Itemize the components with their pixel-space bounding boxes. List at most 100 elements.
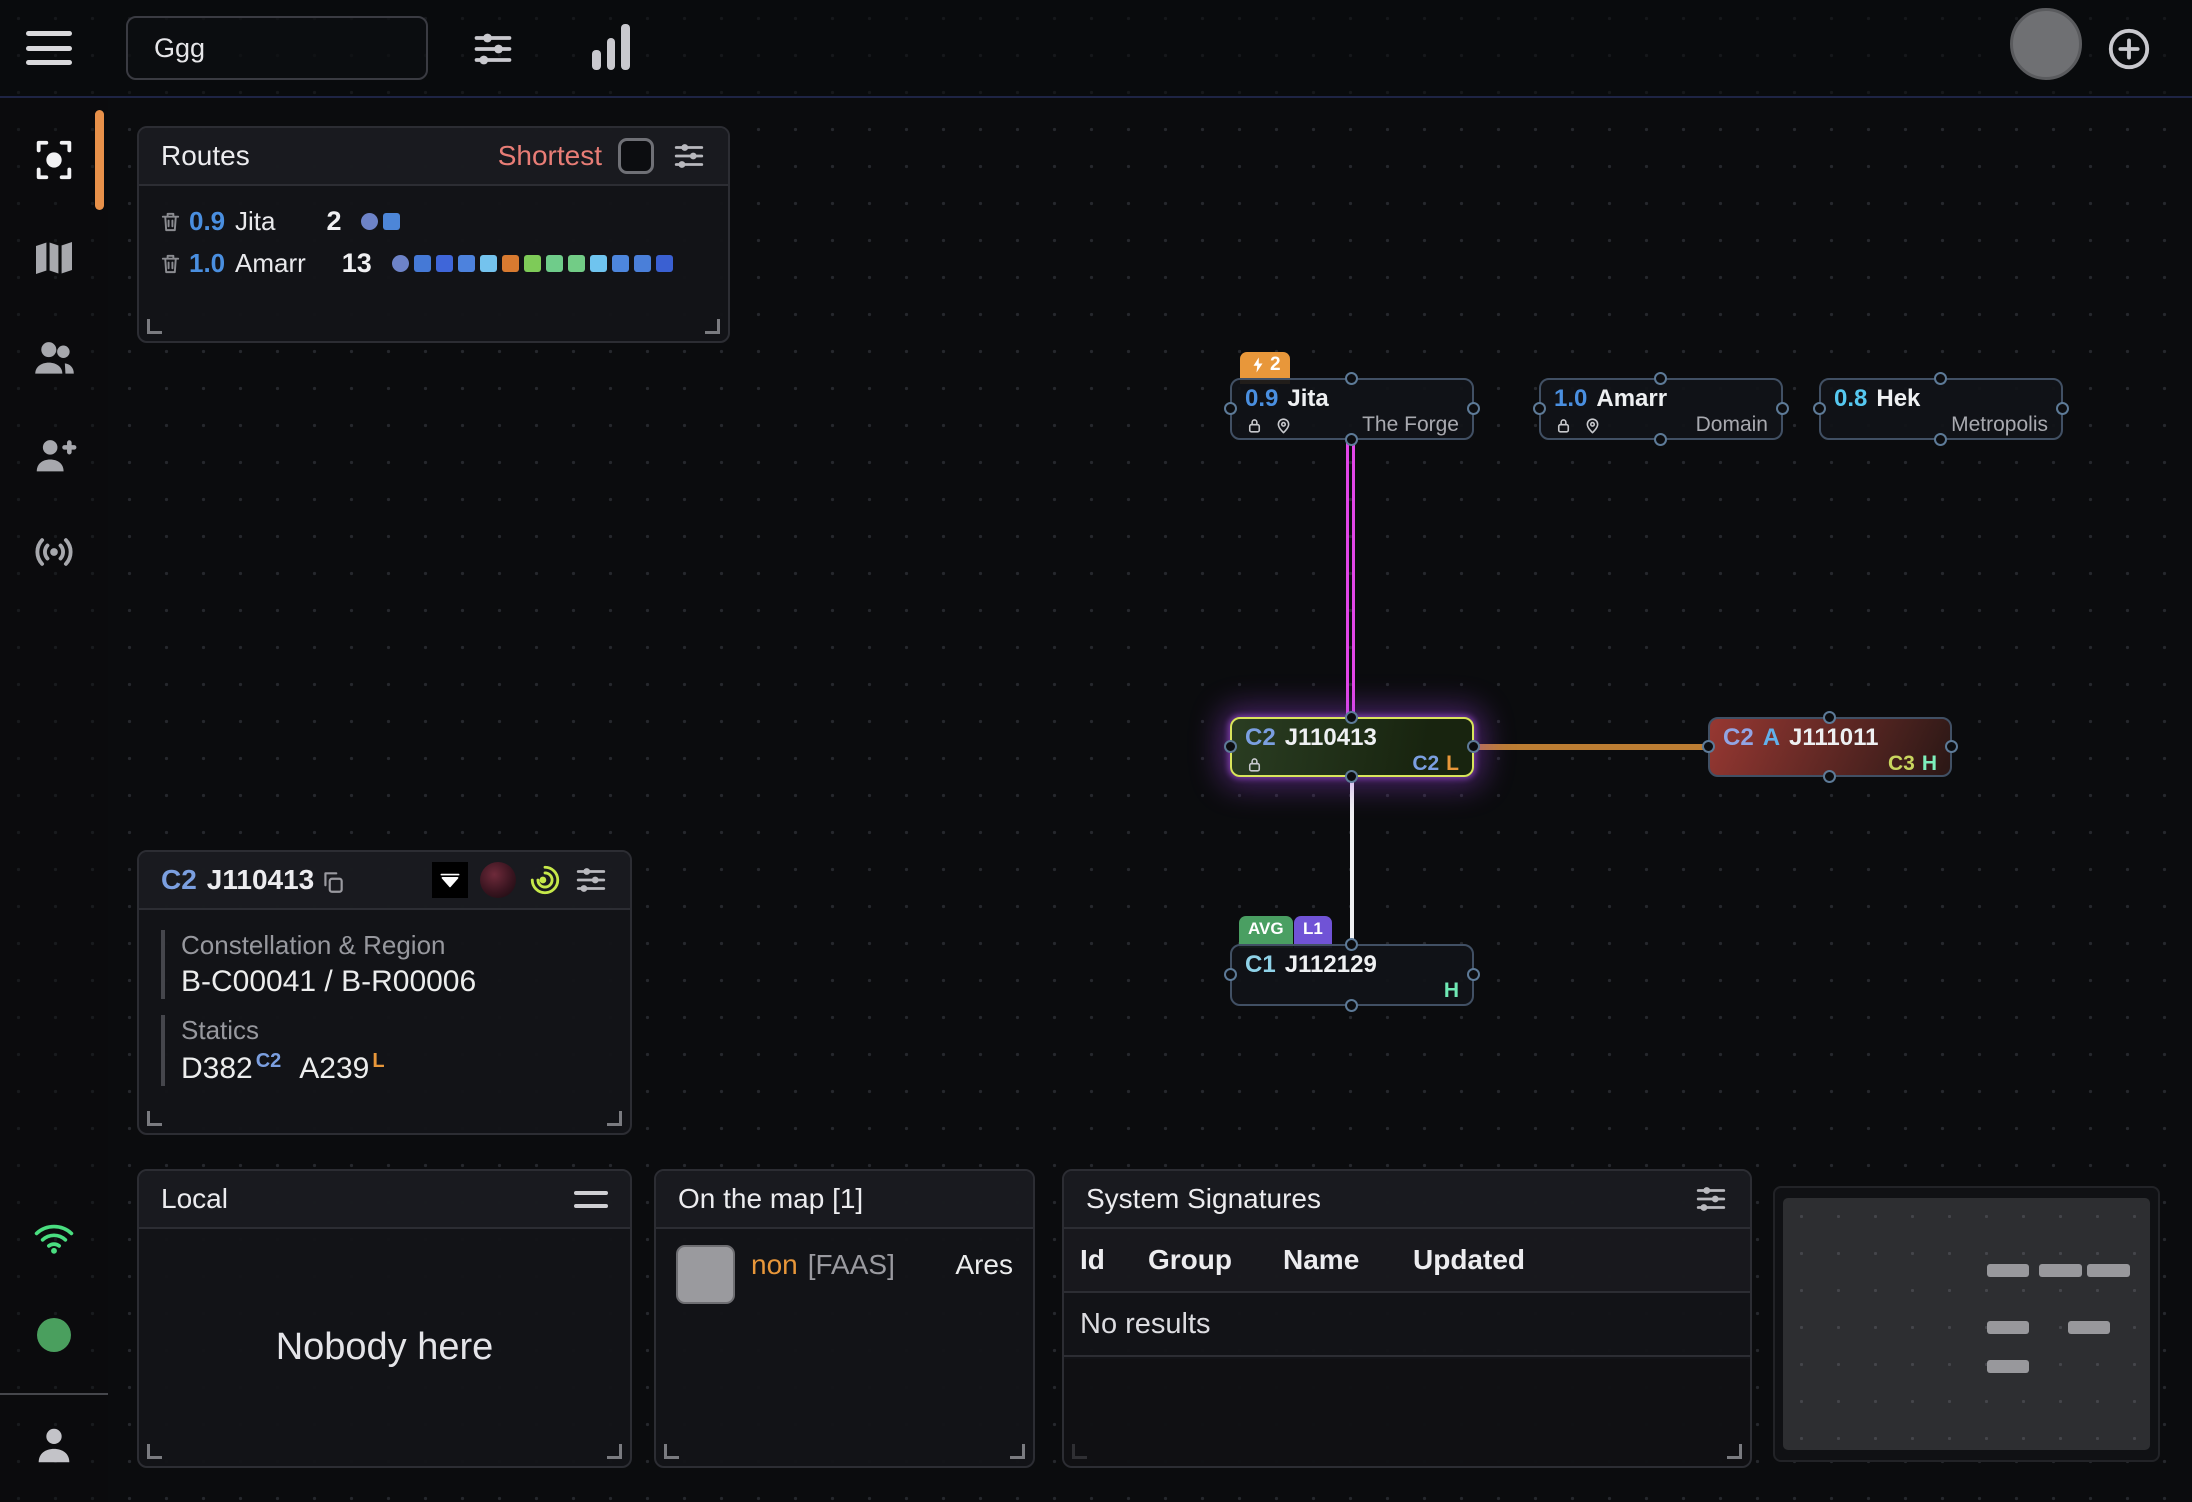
connector-dot [1345, 433, 1358, 446]
delete-route-icon[interactable] [159, 252, 189, 275]
sidebar-item-add-character[interactable] [0, 424, 108, 488]
system-name: Hek [1876, 385, 1920, 413]
map-edge-jita-j110413[interactable] [1346, 440, 1355, 718]
sidebar-divider [0, 1393, 108, 1395]
sig-col-updated[interactable]: Updated [1413, 1244, 1734, 1276]
connector-dot [1345, 770, 1358, 783]
user-avatar[interactable] [2010, 8, 2082, 80]
wh-class: C1 [1245, 951, 1276, 979]
connector-dot [1813, 402, 1826, 415]
connector-dot [1654, 433, 1667, 446]
info-class: C2 [161, 864, 197, 896]
map-filters-icon[interactable] [466, 22, 520, 76]
connector-dot [1345, 372, 1358, 385]
shortest-checkbox[interactable] [618, 138, 654, 174]
menu-icon[interactable] [26, 28, 72, 68]
route-destination: Jita [235, 206, 275, 237]
signatures-title: System Signatures [1086, 1183, 1321, 1215]
security-status: 0.8 [1834, 385, 1867, 413]
connector-dot [1345, 711, 1358, 724]
connector-dot [1467, 402, 1480, 415]
route-mode-label: Shortest [498, 140, 602, 172]
connector-dot [1934, 372, 1947, 385]
statics-label: Statics [181, 1015, 608, 1046]
connector-dot [1224, 968, 1237, 981]
local-empty-text: Nobody here [139, 1229, 630, 1466]
map-select[interactable]: Ggg [126, 16, 428, 80]
info-settings-icon[interactable] [574, 863, 608, 897]
system-info-panel: C2J110413 Constellation & Region B-C0004… [137, 850, 632, 1135]
sidebar-item-maps[interactable] [0, 226, 108, 290]
pilot-row[interactable]: non [FAAS] Ares [656, 1229, 1033, 1320]
system-name: Jita [1287, 385, 1328, 413]
signatures-settings-icon[interactable] [1694, 1182, 1728, 1216]
connector-dot [1345, 999, 1358, 1012]
minimap[interactable] [1773, 1186, 2160, 1462]
system-name: Amarr [1596, 385, 1667, 413]
static-a239: A239L [299, 1050, 384, 1086]
map-edge-j110413-j112129[interactable] [1350, 777, 1354, 945]
add-icon[interactable] [2102, 22, 2156, 76]
route-jump-pips [361, 213, 400, 230]
minimap-node [1987, 1360, 2029, 1373]
region-name: Domain [1696, 413, 1768, 437]
connector-dot [1533, 402, 1546, 415]
static-class: C2 [1412, 752, 1439, 776]
map-node-j110413[interactable]: C2J110413 C2L [1230, 717, 1474, 777]
system-sec: H [1444, 979, 1459, 1003]
route-security: 0.9 [189, 206, 235, 237]
static-d382: D382C2 [181, 1050, 281, 1086]
lock-icon [1554, 416, 1573, 435]
signatures-empty-text: No results [1064, 1293, 1750, 1357]
system-name: J111011 [1789, 724, 1878, 752]
delete-route-icon[interactable] [159, 210, 189, 233]
route-row[interactable]: 1.0Amarr13 [139, 242, 728, 284]
constellation-label: Constellation & Region [181, 930, 608, 961]
scan-target-icon[interactable] [528, 863, 562, 897]
sidebar-item-tracking[interactable] [0, 128, 108, 192]
minimap-node [2087, 1264, 2130, 1277]
wh-effect-icon[interactable] [432, 862, 468, 898]
map-node-j111011[interactable]: C2AJ111011 C3H [1708, 717, 1952, 777]
connector-dot [1467, 740, 1480, 753]
node-tag: A [1763, 724, 1780, 752]
connector-dot [1823, 711, 1836, 724]
sig-col-name[interactable]: Name [1283, 1244, 1413, 1276]
static-class: C3 [1888, 752, 1915, 776]
sig-col-group[interactable]: Group [1148, 1244, 1283, 1276]
pin-icon [1583, 416, 1602, 435]
activity-chart-icon[interactable] [584, 22, 638, 76]
map-edge-j110413-j111011[interactable] [1474, 744, 1710, 750]
routes-title: Routes [161, 140, 250, 172]
local-panel: Local Nobody here [137, 1169, 632, 1468]
route-jump-count: 2 [275, 206, 341, 237]
sidebar-item-broadcast[interactable] [0, 520, 108, 584]
routes-list: 0.9Jita21.0Amarr13 [139, 186, 728, 284]
connector-dot [1467, 968, 1480, 981]
minimap-node [2068, 1321, 2110, 1334]
connector-dot [1224, 740, 1237, 753]
sidebar-item-profile[interactable] [0, 1413, 108, 1477]
security-status: 0.9 [1245, 385, 1278, 413]
map-node-j112129[interactable]: C1J112129 H [1230, 944, 1474, 1006]
routes-settings-icon[interactable] [672, 139, 706, 173]
sig-col-id[interactable]: Id [1080, 1244, 1148, 1276]
map-node-hek[interactable]: 0.8 Hek Metropolis [1819, 378, 2063, 440]
security-status: 1.0 [1554, 385, 1587, 413]
info-system-name: J110413 [207, 864, 314, 896]
static-sec: L [1446, 752, 1459, 776]
route-jump-pips [392, 255, 673, 272]
system-name: J110413 [1285, 724, 1377, 752]
pilot-ship: Ares [955, 1245, 1013, 1281]
sidebar-item-characters[interactable] [0, 326, 108, 390]
local-menu-icon[interactable] [574, 1191, 608, 1208]
region-name: Metropolis [1951, 413, 2048, 437]
local-title: Local [161, 1183, 228, 1215]
map-node-amarr[interactable]: 1.0 Amarr Domain [1539, 378, 1783, 440]
map-select-value: Ggg [154, 33, 205, 64]
map-node-jita[interactable]: 0.9Jita The Forge [1230, 378, 1474, 440]
connector-dot [1776, 402, 1789, 415]
route-row[interactable]: 0.9Jita2 [139, 200, 728, 242]
copy-icon[interactable] [320, 864, 346, 896]
system-thumbnail[interactable] [480, 862, 516, 898]
